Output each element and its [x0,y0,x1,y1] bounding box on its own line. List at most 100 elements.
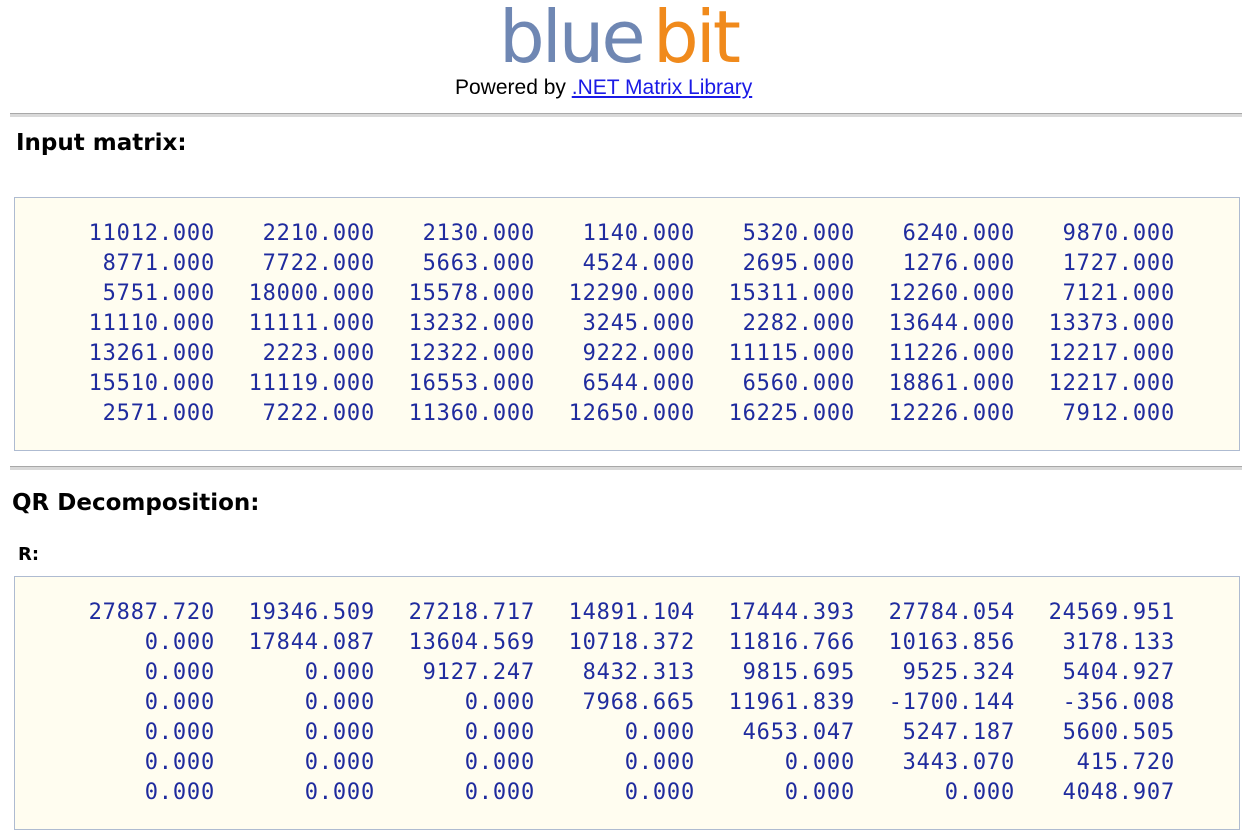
matrix-cell: 0.000 [624,720,695,745]
matrix-cell: 0.000 [464,750,535,775]
r-matrix-label: R: [18,544,40,565]
matrix-cell: 12650.000 [568,401,695,426]
matrix-row: 0.000 0.000 0.000 0.000 4653.047 5247.187 5600… [55,718,1175,748]
matrix-cell: 2210.000 [262,221,375,246]
matrix-cell: 4048.907 [1062,780,1175,805]
matrix-cell: 0.000 [144,690,215,715]
matrix-cell: 11360.000 [408,401,535,426]
matrix-cell: 2282.000 [742,311,855,336]
matrix-cell: 0.000 [304,720,375,745]
matrix-cell: 0.000 [144,750,215,775]
horizontal-divider [10,113,1242,118]
matrix-cell: 3178.133 [1062,630,1175,655]
matrix-row: 2571.000 7222.000 11360.000 12650.000 16225.… [55,399,1175,429]
matrix-cell: 15578.000 [408,281,535,306]
matrix-cell: 24569.951 [1048,600,1175,625]
net-matrix-library-link[interactable]: .NET Matrix Library [572,76,752,99]
matrix-cell: 2571.000 [102,401,215,426]
svg-text:blue: blue [499,0,643,70]
matrix-cell: 0.000 [464,720,535,745]
matrix-cell: 12226.000 [888,401,1015,426]
matrix-cell: 11012.000 [88,221,215,246]
matrix-cell: 2695.000 [742,251,855,276]
matrix-cell: 9127.247 [422,660,535,685]
matrix-cell: 17844.087 [248,630,375,655]
matrix-cell: 12322.000 [408,341,535,366]
matrix-row: 0.000 0.000 9127.247 8432.313 9815.695 9525.3… [55,658,1175,688]
matrix-cell: 13232.000 [408,311,535,336]
matrix-cell: 10718.372 [568,630,695,655]
matrix-cell: 18861.000 [888,371,1015,396]
matrix-cell: 2223.000 [262,341,375,366]
matrix-cell: 0.000 [784,780,855,805]
matrix-cell: 15510.000 [88,371,215,396]
matrix-cell: 12217.000 [1048,371,1175,396]
matrix-cell: 415.720 [1076,750,1175,775]
matrix-cell: 11111.000 [248,311,375,336]
matrix-cell: 12260.000 [888,281,1015,306]
matrix-cell: 0.000 [464,690,535,715]
svg-text:bit: bit [653,0,740,70]
matrix-cell: 9870.000 [1062,221,1175,246]
matrix-cell: 3443.070 [902,750,1015,775]
matrix-cell: 5600.505 [1062,720,1175,745]
matrix-cell: 0.000 [624,780,695,805]
matrix-cell: 8771.000 [102,251,215,276]
matrix-row: 0.000 0.000 0.000 0.000 0.000 3443.070 415.720 [55,748,1175,778]
matrix-row: 11110.000 11111.000 13232.000 3245.000 2282.… [55,309,1175,339]
matrix-cell: 5751.000 [102,281,215,306]
matrix-cell: 0.000 [304,660,375,685]
matrix-cell: 7968.665 [582,690,695,715]
matrix-cell: 0.000 [304,780,375,805]
matrix-cell: 9222.000 [582,341,695,366]
input-matrix-table: 11012.000 2210.000 2130.000 1140.000 5320.00… [55,219,1175,429]
matrix-cell: 9815.695 [742,660,855,685]
input-matrix-body: 11012.000 2210.000 2130.000 1140.000 5320.00… [55,219,1175,429]
matrix-cell: 11119.000 [248,371,375,396]
matrix-cell: 18000.000 [248,281,375,306]
bluebit-logo: blue bit [496,0,756,70]
matrix-row: 13261.000 2223.000 12322.000 9222.000 11115.… [55,339,1175,369]
matrix-cell: -1700.144 [888,690,1015,715]
r-matrix-table: 27887.720 19346.509 27218.717 14891.104 1744… [55,598,1175,808]
matrix-row: 8771.000 7722.000 5663.000 4524.000 2695.000… [55,249,1175,279]
matrix-cell: 19346.509 [248,600,375,625]
matrix-cell: 27784.054 [888,600,1015,625]
matrix-cell: 13261.000 [88,341,215,366]
matrix-cell: 1727.000 [1062,251,1175,276]
input-matrix-heading: Input matrix: [16,130,187,156]
matrix-row: 15510.000 11119.000 16553.000 6544.000 6560.… [55,369,1175,399]
matrix-cell: 13373.000 [1048,311,1175,336]
matrix-cell: 15311.000 [728,281,855,306]
r-matrix-body: 27887.720 19346.509 27218.717 14891.104 1744… [55,598,1175,808]
matrix-cell: 12217.000 [1048,341,1175,366]
matrix-cell: 16553.000 [408,371,535,396]
matrix-cell: 3245.000 [582,311,695,336]
matrix-cell: 0.000 [624,750,695,775]
matrix-cell: 0.000 [464,780,535,805]
matrix-row: 0.000 0.000 0.000 0.000 0.000 0.000 4048.907 [55,778,1175,808]
matrix-cell: 13604.569 [408,630,535,655]
matrix-cell: 14891.104 [568,600,695,625]
powered-by-text: Powered by [455,76,572,99]
matrix-cell: 2130.000 [422,221,535,246]
r-matrix-panel: 27887.720 19346.509 27218.717 14891.104 1744… [14,576,1240,830]
input-matrix-panel: 11012.000 2210.000 2130.000 1140.000 5320.00… [14,197,1240,451]
matrix-cell: 7912.000 [1062,401,1175,426]
matrix-cell: 27887.720 [88,600,215,625]
matrix-cell: 13644.000 [888,311,1015,336]
matrix-cell: 7222.000 [262,401,375,426]
matrix-row: 0.000 0.000 0.000 7968.665 11961.839 -1700.14… [55,688,1175,718]
matrix-cell: 0.000 [144,780,215,805]
matrix-cell: 7121.000 [1062,281,1175,306]
matrix-cell: 7722.000 [262,251,375,276]
matrix-cell: 6240.000 [902,221,1015,246]
matrix-cell: 0.000 [944,780,1015,805]
matrix-cell: 6560.000 [742,371,855,396]
matrix-cell: 0.000 [144,630,215,655]
matrix-cell: 0.000 [144,660,215,685]
matrix-row: 5751.000 18000.000 15578.000 12290.000 15311… [55,279,1175,309]
matrix-cell: 1276.000 [902,251,1015,276]
matrix-row: 11012.000 2210.000 2130.000 1140.000 5320.00… [55,219,1175,249]
matrix-cell: 12290.000 [568,281,695,306]
